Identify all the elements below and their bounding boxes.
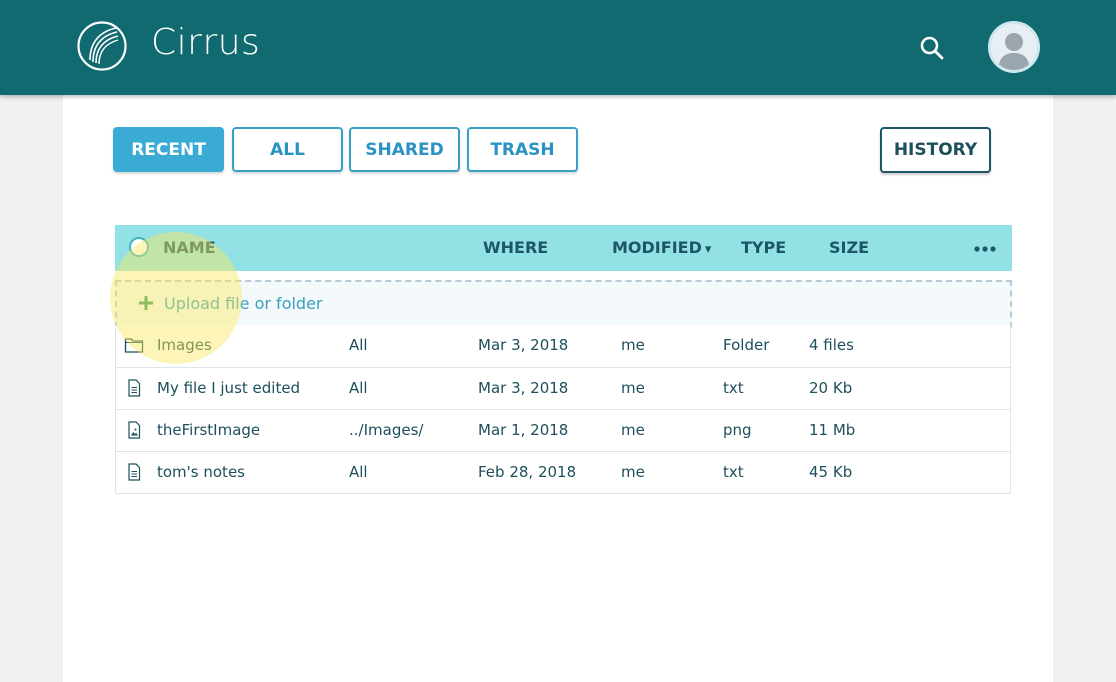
user-avatar[interactable] xyxy=(988,21,1040,73)
table-header: NAME WHERE MODIFIED ▾ TYPE SIZE xyxy=(115,225,1012,271)
table-row[interactable]: tom's notes All Feb 28, 2018 me txt 45 K… xyxy=(116,451,1011,493)
cirrus-logo-icon xyxy=(77,21,127,71)
upload-label: Upload file or folder xyxy=(164,294,323,313)
file-type: txt xyxy=(723,463,744,481)
file-modified: Mar 3, 2018 xyxy=(478,379,569,397)
column-where[interactable]: WHERE xyxy=(483,238,548,257)
app-header: Cirrus xyxy=(0,0,1116,95)
file-owner: me xyxy=(621,336,645,354)
file-modified: Mar 3, 2018 xyxy=(478,336,569,354)
tab-all[interactable]: ALL xyxy=(232,127,343,172)
file-size: 20 Kb xyxy=(809,379,853,397)
tab-trash[interactable]: TRASH xyxy=(467,127,578,172)
table-row[interactable]: My file I just edited All Mar 3, 2018 me… xyxy=(116,367,1011,409)
file-owner: me xyxy=(621,379,645,397)
file-name: Images xyxy=(157,336,212,354)
file-modified: Feb 28, 2018 xyxy=(478,463,577,481)
file-owner: me xyxy=(621,421,645,439)
upload-dropzone[interactable]: Upload file or folder xyxy=(115,280,1012,328)
search-icon[interactable] xyxy=(918,34,946,62)
column-type[interactable]: TYPE xyxy=(741,238,786,257)
tab-shared[interactable]: SHARED xyxy=(349,127,460,172)
file-name: tom's notes xyxy=(157,463,245,481)
text-file-icon xyxy=(128,379,141,397)
column-name[interactable]: NAME xyxy=(163,238,216,257)
plus-icon xyxy=(139,296,153,310)
text-file-icon xyxy=(128,463,141,481)
image-file-icon xyxy=(128,421,141,439)
file-size: 45 Kb xyxy=(809,463,853,481)
file-modified: Mar 1, 2018 xyxy=(478,421,569,439)
column-modified-label: MODIFIED xyxy=(612,238,702,257)
sort-descending-icon: ▾ xyxy=(704,242,712,257)
file-owner: me xyxy=(621,463,645,481)
folder-icon xyxy=(124,338,144,353)
file-where: All xyxy=(349,336,368,354)
tab-recent[interactable]: RECENT xyxy=(113,127,224,172)
file-name: theFirstImage xyxy=(157,421,261,439)
table-row[interactable]: theFirstImage ../Images/ Mar 1, 2018 me … xyxy=(116,409,1011,451)
select-all-checkbox[interactable] xyxy=(129,237,149,257)
file-size: 4 files xyxy=(809,336,854,354)
file-where: All xyxy=(349,463,368,481)
column-modified[interactable]: MODIFIED ▾ xyxy=(612,238,711,257)
column-size[interactable]: SIZE xyxy=(829,238,869,257)
file-list: Images All Mar 3, 2018 me Folder 4 files… xyxy=(115,325,1011,494)
app-title: Cirrus xyxy=(151,22,261,63)
file-type: png xyxy=(723,421,752,439)
history-button[interactable]: HISTORY xyxy=(880,127,991,173)
file-type: txt xyxy=(723,379,744,397)
file-type: Folder xyxy=(723,336,770,354)
file-size: 11 Mb xyxy=(809,421,856,439)
file-where: All xyxy=(349,379,368,397)
user-silhouette-icon xyxy=(991,24,1037,70)
more-horizontal-icon[interactable] xyxy=(973,241,997,255)
file-name: My file I just edited xyxy=(157,379,301,397)
file-where: ../Images/ xyxy=(349,421,424,439)
table-row[interactable]: Images All Mar 3, 2018 me Folder 4 files xyxy=(116,325,1011,367)
